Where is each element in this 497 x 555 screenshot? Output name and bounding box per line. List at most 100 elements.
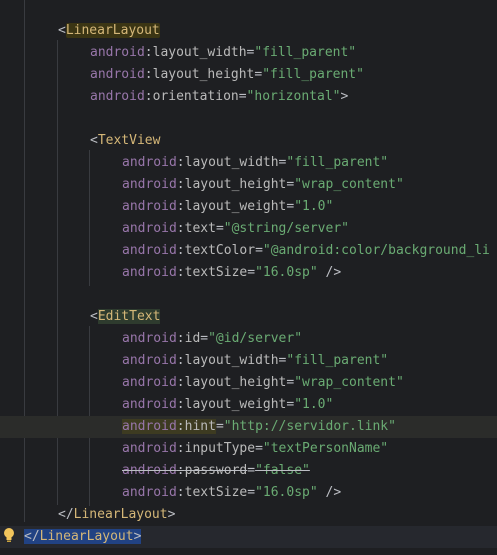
attribute-colon: :: [176, 243, 185, 258]
code-line[interactable]: android:text="@string/server": [0, 218, 497, 240]
code-line[interactable]: </LinearLayout>: [0, 504, 497, 526]
code-line[interactable]: android:layout_weight="1.0": [0, 196, 497, 218]
lightbulb-icon[interactable]: [2, 527, 16, 543]
attribute-namespace: android: [122, 177, 177, 192]
xml-attribute[interactable]: android:textSize: [122, 265, 247, 280]
attribute-name: text: [184, 221, 216, 236]
xml-tag-name[interactable]: EditText: [97, 309, 161, 324]
code-line[interactable]: <TextView: [0, 130, 497, 152]
code-line[interactable]: <EditText: [0, 306, 497, 328]
xml-attribute[interactable]: android:layout_height: [122, 177, 286, 192]
xml-attribute[interactable]: android:layout_height: [122, 375, 286, 390]
xml-tag-name[interactable]: TextView: [98, 133, 161, 148]
xml-attribute[interactable]: android:inputType: [122, 441, 255, 456]
xml-attribute[interactable]: android:orientation: [90, 89, 239, 104]
attribute-namespace: android: [90, 45, 145, 60]
attribute-equals: =: [255, 243, 263, 258]
xml-attribute[interactable]: android:id: [122, 331, 200, 346]
code-line[interactable]: android:layout_width="fill_parent": [0, 350, 497, 372]
attribute-equals: =: [215, 221, 224, 236]
code-line[interactable]: android:id="@id/server": [0, 328, 497, 350]
tag-bracket: </: [58, 507, 74, 522]
closing-tag[interactable]: </LinearLayout>: [58, 507, 175, 522]
attribute-value[interactable]: "fill_parent": [254, 45, 356, 60]
xml-attribute[interactable]: android:password: [122, 463, 247, 478]
xml-attribute[interactable]: android:layout_height: [90, 67, 254, 82]
attribute-name: layout_width: [184, 353, 279, 368]
attribute-name: inputType: [184, 441, 256, 456]
xml-attribute[interactable]: android:text: [122, 221, 216, 236]
code-line[interactable]: android:textColor="@android:color/backgr…: [0, 240, 497, 262]
code-line[interactable]: android:textSize="16.0sp" />: [0, 482, 497, 504]
attribute-colon: :: [176, 177, 185, 192]
attribute-value[interactable]: "wrap_content": [294, 177, 404, 192]
xml-attribute[interactable]: android:layout_width: [122, 353, 279, 368]
attribute-value[interactable]: "@android:color/background_li: [263, 243, 490, 258]
attribute-colon: :: [144, 67, 153, 82]
attribute-value[interactable]: "@string/server": [224, 221, 349, 236]
code-line[interactable]: android:layout_width="fill_parent": [0, 42, 497, 64]
attribute-colon: :: [144, 45, 153, 60]
attribute-name: textSize: [184, 485, 248, 500]
code-line[interactable]: android:layout_height="wrap_content": [0, 372, 497, 394]
attribute-name: id: [184, 331, 201, 346]
code-line[interactable]: [0, 108, 497, 130]
attribute-namespace: android: [122, 419, 177, 434]
code-line[interactable]: android:orientation="horizontal">: [0, 86, 497, 108]
attribute-namespace: android: [122, 221, 177, 236]
xml-tag-name[interactable]: LinearLayout: [65, 23, 160, 38]
attribute-name: layout_width: [184, 155, 279, 170]
xml-attribute[interactable]: android:layout_width: [90, 45, 247, 60]
attribute-name: textSize: [184, 265, 248, 280]
attribute-value[interactable]: "fill_parent": [262, 67, 364, 82]
xml-attribute[interactable]: android:textColor: [122, 243, 255, 258]
code-editor[interactable]: <LinearLayout android:layout_width="fill_…: [0, 0, 497, 555]
xml-attribute[interactable]: android:layout_width: [122, 155, 279, 170]
attribute-value[interactable]: "textPersonName": [263, 441, 388, 456]
attribute-value[interactable]: "wrap_content": [294, 375, 404, 390]
code-line[interactable]: android:layout_weight="1.0": [0, 394, 497, 416]
attribute-namespace: android: [122, 397, 177, 412]
code-line[interactable]: </LinearLayout>: [0, 526, 497, 548]
attribute-colon: :: [176, 155, 185, 170]
code-line[interactable]: [0, 284, 497, 306]
attribute-colon: :: [176, 375, 185, 390]
attribute-value[interactable]: "fill_parent": [286, 155, 388, 170]
attribute-colon: :: [176, 397, 185, 412]
code-line[interactable]: android:textSize="16.0sp" />: [0, 262, 497, 284]
attribute-name: layout_height: [152, 67, 255, 82]
attribute-value[interactable]: "horizontal": [247, 89, 341, 104]
tag-bracket: >: [167, 507, 176, 522]
tag-bracket: </: [24, 529, 40, 544]
attribute-namespace: android: [122, 353, 177, 368]
xml-tag-name[interactable]: LinearLayout: [74, 507, 168, 522]
attribute-name: layout_height: [184, 375, 287, 390]
attribute-namespace: android: [122, 331, 177, 346]
attribute-colon: :: [176, 199, 185, 214]
attribute-name: password: [184, 463, 248, 478]
attribute-value[interactable]: "@id/server": [208, 331, 302, 346]
xml-attribute[interactable]: android:layout_weight: [122, 397, 286, 412]
xml-tag-name[interactable]: LinearLayout: [40, 529, 134, 544]
xml-attribute[interactable]: android:hint: [122, 419, 216, 434]
attribute-value[interactable]: "1.0": [294, 199, 333, 214]
code-line[interactable]: android:inputType="textPersonName": [0, 438, 497, 460]
code-line[interactable]: android:password="false": [0, 460, 497, 482]
attribute-value[interactable]: "http://servidor.link": [224, 419, 396, 434]
attribute-name: layout_width: [152, 45, 247, 60]
attribute-value[interactable]: "16.0sp": [255, 265, 318, 280]
closing-tag[interactable]: </LinearLayout>: [24, 529, 142, 544]
code-line[interactable]: android:hint="http://servidor.link": [0, 416, 497, 438]
code-line[interactable]: <LinearLayout: [0, 20, 497, 42]
xml-attribute[interactable]: android:layout_weight: [122, 199, 286, 214]
code-line[interactable]: android:layout_width="fill_parent": [0, 152, 497, 174]
code-line[interactable]: android:layout_height="fill_parent": [0, 64, 497, 86]
attribute-value[interactable]: "16.0sp": [255, 485, 318, 500]
attribute-equals: =: [247, 485, 256, 500]
attribute-value[interactable]: "fill_parent": [286, 353, 388, 368]
attribute-value[interactable]: "1.0": [294, 397, 333, 412]
xml-attribute[interactable]: android:textSize: [122, 485, 247, 500]
code-line[interactable]: android:layout_height="wrap_content": [0, 174, 497, 196]
attribute-colon: :: [176, 463, 185, 478]
attribute-value[interactable]: "false": [255, 463, 310, 478]
